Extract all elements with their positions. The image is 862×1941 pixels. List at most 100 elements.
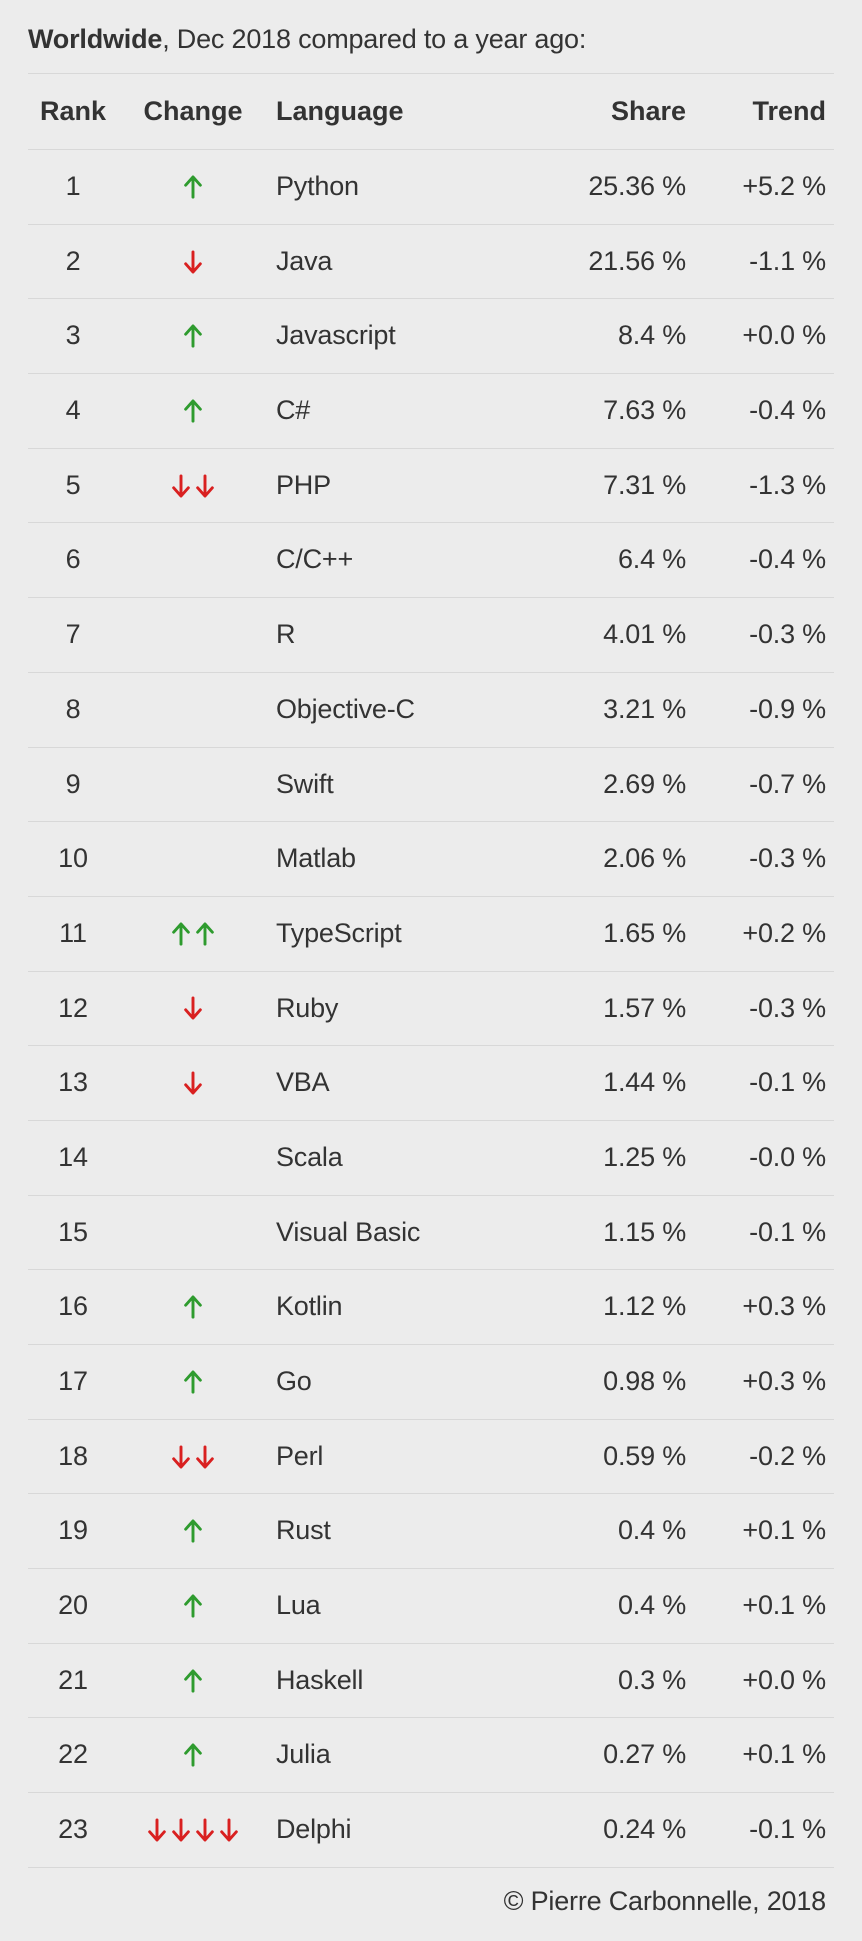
cell-rank: 2 xyxy=(28,224,118,299)
arrow-down-icon xyxy=(170,1817,192,1843)
cell-trend: -0.0 % xyxy=(694,1120,834,1195)
arrow-down-icon xyxy=(218,1817,240,1843)
cell-language: Scala xyxy=(268,1120,539,1195)
cell-change xyxy=(118,1494,268,1569)
cell-share: 0.59 % xyxy=(539,1419,694,1494)
cell-rank: 6 xyxy=(28,523,118,598)
cell-trend: -0.3 % xyxy=(694,822,834,897)
table-row: 18Perl0.59 %-0.2 % xyxy=(28,1419,834,1494)
table-row: 5PHP7.31 %-1.3 % xyxy=(28,448,834,523)
table-row: 10Matlab2.06 %-0.3 % xyxy=(28,822,834,897)
cell-trend: -0.1 % xyxy=(694,1046,834,1121)
table-row: 6C/C++6.4 %-0.4 % xyxy=(28,523,834,598)
cell-language: PHP xyxy=(268,448,539,523)
cell-change xyxy=(118,896,268,971)
arrow-up-icon xyxy=(182,174,204,200)
cell-change xyxy=(118,747,268,822)
cell-language: Perl xyxy=(268,1419,539,1494)
cell-change xyxy=(118,1270,268,1345)
cell-change xyxy=(118,1046,268,1121)
table-row: 1Python25.36 %+5.2 % xyxy=(28,150,834,225)
cell-change xyxy=(118,1718,268,1793)
arrow-up-icon xyxy=(182,398,204,424)
table-row: 20Lua0.4 %+0.1 % xyxy=(28,1569,834,1644)
table-caption: Worldwide, Dec 2018 compared to a year a… xyxy=(28,24,834,55)
cell-trend: +0.3 % xyxy=(694,1345,834,1420)
cell-share: 2.69 % xyxy=(539,747,694,822)
cell-language: C# xyxy=(268,374,539,449)
cell-language: Haskell xyxy=(268,1643,539,1718)
cell-language: Rust xyxy=(268,1494,539,1569)
cell-language: Ruby xyxy=(268,971,539,1046)
col-header-rank: Rank xyxy=(28,74,118,150)
cell-share: 7.63 % xyxy=(539,374,694,449)
cell-change xyxy=(118,523,268,598)
arrow-up-icon xyxy=(182,1668,204,1694)
cell-rank: 5 xyxy=(28,448,118,523)
cell-trend: +0.3 % xyxy=(694,1270,834,1345)
cell-trend: -0.3 % xyxy=(694,971,834,1046)
cell-trend: -0.2 % xyxy=(694,1419,834,1494)
cell-share: 2.06 % xyxy=(539,822,694,897)
cell-rank: 11 xyxy=(28,896,118,971)
cell-rank: 20 xyxy=(28,1569,118,1644)
cell-change xyxy=(118,598,268,673)
table-row: 17Go0.98 %+0.3 % xyxy=(28,1345,834,1420)
cell-share: 0.27 % xyxy=(539,1718,694,1793)
arrow-up-icon xyxy=(182,1294,204,1320)
arrow-down-icon xyxy=(182,995,204,1021)
cell-change xyxy=(118,374,268,449)
cell-share: 1.57 % xyxy=(539,971,694,1046)
cell-trend: -0.4 % xyxy=(694,523,834,598)
cell-share: 0.98 % xyxy=(539,1345,694,1420)
cell-language: Swift xyxy=(268,747,539,822)
cell-language: Julia xyxy=(268,1718,539,1793)
cell-language: R xyxy=(268,598,539,673)
cell-rank: 4 xyxy=(28,374,118,449)
cell-change xyxy=(118,224,268,299)
cell-language: Go xyxy=(268,1345,539,1420)
caption-bold: Worldwide xyxy=(28,24,162,54)
table-row: 21 Haskell0.3 %+0.0 % xyxy=(28,1643,834,1718)
col-header-share: Share xyxy=(539,74,694,150)
cell-trend: -0.4 % xyxy=(694,374,834,449)
arrow-up-icon xyxy=(170,921,192,947)
cell-trend: +0.2 % xyxy=(694,896,834,971)
arrow-up-icon xyxy=(194,921,216,947)
cell-language: VBA xyxy=(268,1046,539,1121)
table-row: 7R4.01 %-0.3 % xyxy=(28,598,834,673)
cell-change xyxy=(118,672,268,747)
cell-share: 0.3 % xyxy=(539,1643,694,1718)
caption-rest: , Dec 2018 compared to a year ago: xyxy=(162,24,586,54)
cell-rank: 13 xyxy=(28,1046,118,1121)
cell-share: 8.4 % xyxy=(539,299,694,374)
cell-rank: 7 xyxy=(28,598,118,673)
arrow-down-icon xyxy=(146,1817,168,1843)
table-row: 9Swift2.69 %-0.7 % xyxy=(28,747,834,822)
cell-rank: 21 xyxy=(28,1643,118,1718)
table-row: 14Scala1.25 %-0.0 % xyxy=(28,1120,834,1195)
cell-share: 0.4 % xyxy=(539,1569,694,1644)
cell-trend: -0.9 % xyxy=(694,672,834,747)
cell-language: Python xyxy=(268,150,539,225)
cell-trend: +0.0 % xyxy=(694,1643,834,1718)
table-row: 15Visual Basic1.15 %-0.1 % xyxy=(28,1195,834,1270)
cell-trend: +0.1 % xyxy=(694,1718,834,1793)
cell-trend: -0.1 % xyxy=(694,1793,834,1868)
cell-change xyxy=(118,971,268,1046)
arrow-down-icon xyxy=(194,473,216,499)
arrow-down-icon xyxy=(182,249,204,275)
cell-change xyxy=(118,1120,268,1195)
cell-share: 0.4 % xyxy=(539,1494,694,1569)
cell-share: 1.25 % xyxy=(539,1120,694,1195)
cell-trend: +0.0 % xyxy=(694,299,834,374)
cell-trend: -0.7 % xyxy=(694,747,834,822)
arrow-up-icon xyxy=(182,1518,204,1544)
cell-share: 1.15 % xyxy=(539,1195,694,1270)
table-row: 8Objective-C3.21 %-0.9 % xyxy=(28,672,834,747)
cell-rank: 10 xyxy=(28,822,118,897)
cell-change xyxy=(118,1419,268,1494)
cell-change xyxy=(118,1195,268,1270)
cell-rank: 16 xyxy=(28,1270,118,1345)
cell-rank: 22 xyxy=(28,1718,118,1793)
